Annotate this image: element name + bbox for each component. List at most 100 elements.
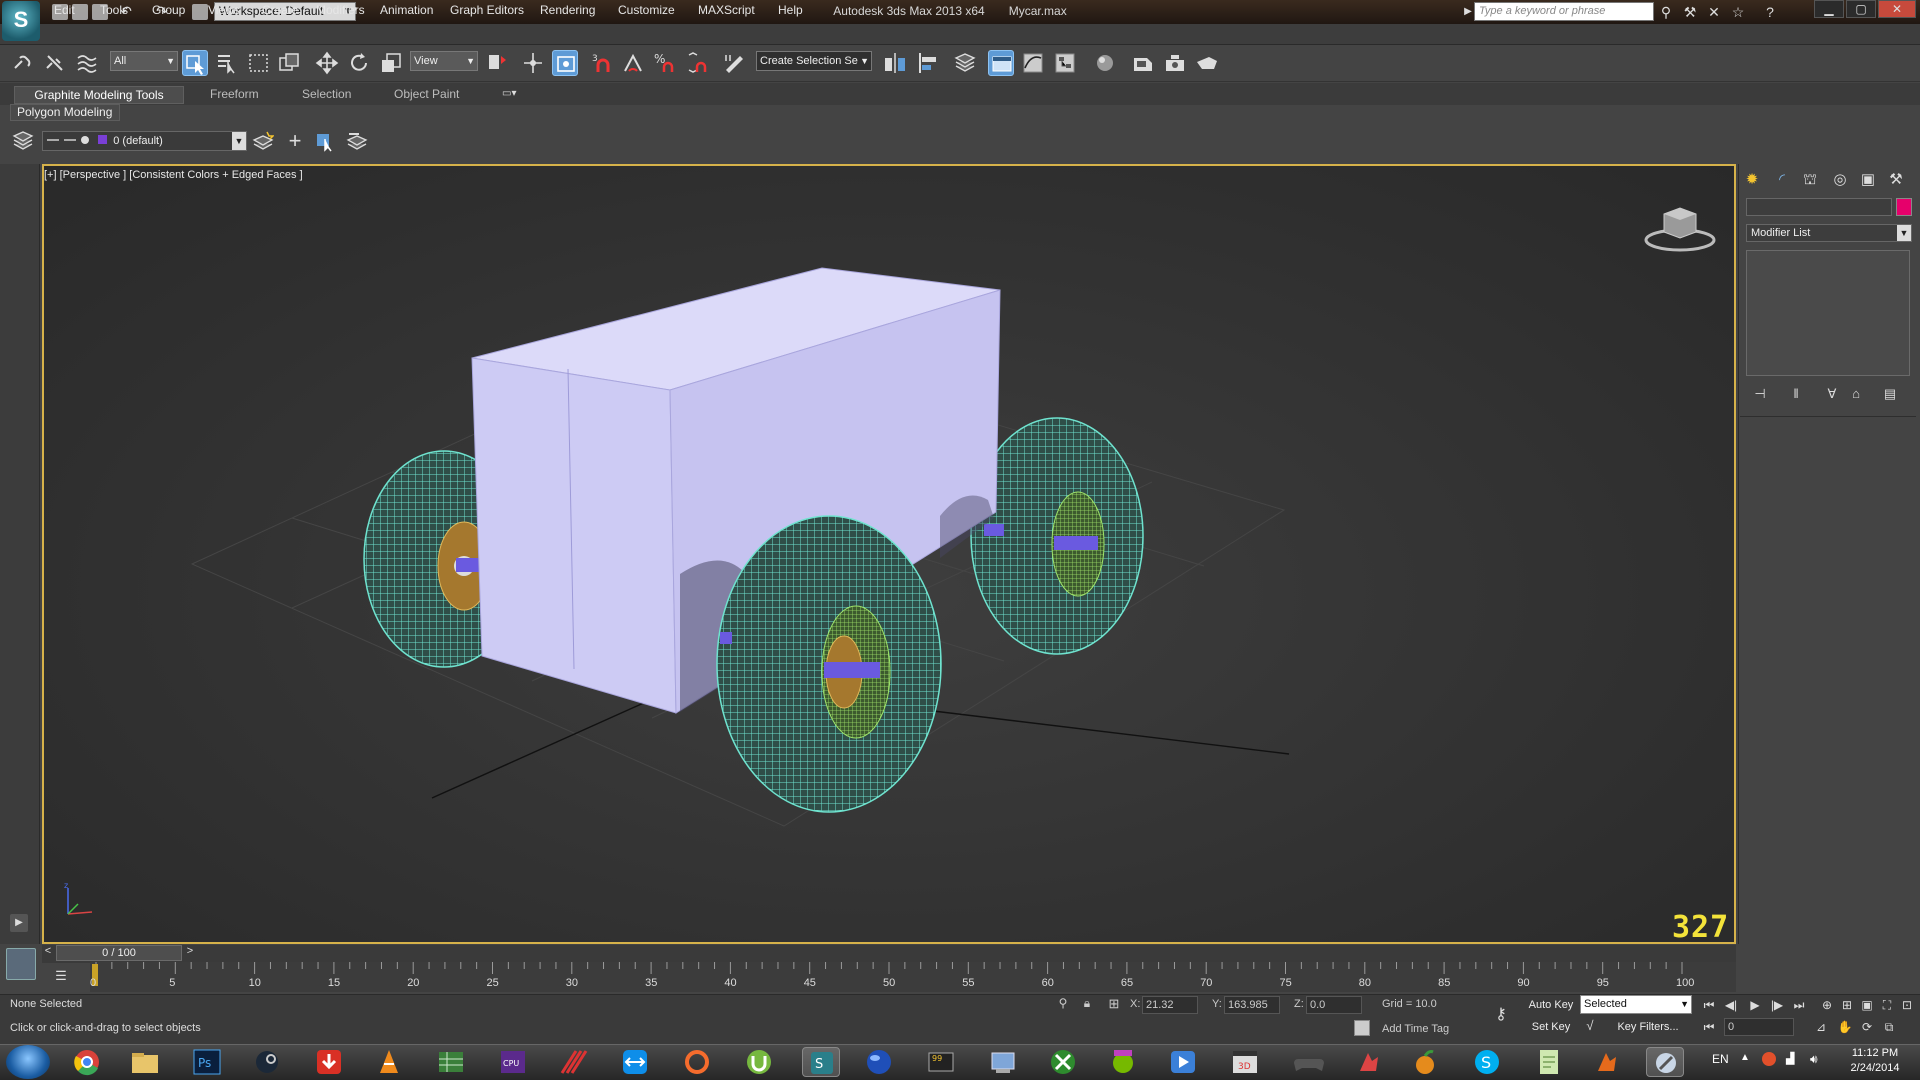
named-selection-sets-dropdown[interactable]: Create Selection Se ▼ bbox=[756, 51, 872, 71]
help-icon[interactable]: ? bbox=[1762, 4, 1778, 20]
network-signal-icon[interactable]: ▟ bbox=[1786, 1052, 1800, 1066]
select-by-name-icon[interactable] bbox=[214, 50, 240, 76]
zoom-extents-all-icon[interactable]: ⛶ bbox=[1878, 996, 1896, 1014]
close-button[interactable]: ✕ bbox=[1878, 0, 1916, 18]
rectangular-selection-icon[interactable] bbox=[246, 50, 272, 76]
viewport-label[interactable]: [+] [Perspective ] [Consistent Colors + … bbox=[44, 169, 303, 181]
y-coordinate-field[interactable]: 163.985 bbox=[1224, 996, 1280, 1014]
utorrent-icon[interactable] bbox=[740, 1047, 778, 1077]
xbox-app-icon[interactable] bbox=[1044, 1047, 1082, 1077]
bind-to-space-warp-icon[interactable] bbox=[74, 50, 100, 76]
curve-editor-icon[interactable] bbox=[1020, 50, 1046, 76]
photoshop-icon[interactable]: Ps bbox=[188, 1047, 226, 1077]
menu-modifiers[interactable]: Modifiers bbox=[316, 3, 365, 17]
clock-date[interactable]: 2/24/2014 bbox=[1840, 1062, 1910, 1074]
render-setup-icon[interactable] bbox=[1130, 50, 1156, 76]
graphite-ribbon-toggle-icon[interactable] bbox=[988, 50, 1014, 76]
layer-manager-icon[interactable] bbox=[12, 130, 34, 152]
explorer-icon[interactable] bbox=[126, 1047, 164, 1077]
current-layer-dropdown[interactable]: 0 (default) ▼ bbox=[42, 131, 247, 151]
download-manager-icon[interactable] bbox=[310, 1047, 348, 1077]
go-to-end-icon[interactable]: ⏭ bbox=[1790, 996, 1808, 1014]
mini-listener-icon[interactable] bbox=[6, 948, 36, 980]
zoom-all-icon[interactable]: ⊞ bbox=[1838, 996, 1856, 1014]
play-icon[interactable]: ▶ bbox=[1746, 996, 1764, 1014]
steam-icon[interactable] bbox=[248, 1047, 286, 1077]
pan-view-icon[interactable]: ✋ bbox=[1836, 1018, 1854, 1036]
pin-stack-icon[interactable]: ⊣ bbox=[1750, 384, 1770, 404]
auto-key-button[interactable]: Auto Key bbox=[1526, 996, 1576, 1014]
binoculars-icon[interactable]: ⚲ bbox=[1658, 4, 1674, 20]
absolute-mode-icon[interactable]: ⊞ bbox=[1106, 996, 1122, 1014]
time-slider-next[interactable]: > bbox=[184, 945, 196, 961]
expand-viewport-layouts-icon[interactable]: ▶ bbox=[10, 914, 28, 932]
tab-graphite-modeling-tools[interactable]: Graphite Modeling Tools bbox=[14, 86, 184, 104]
unlink-selection-icon[interactable] bbox=[42, 50, 68, 76]
key-tangent-icon[interactable]: √ bbox=[1582, 1018, 1598, 1036]
set-key-button[interactable]: Set Key bbox=[1526, 1018, 1576, 1036]
percent-snap-toggle-icon[interactable]: % bbox=[652, 50, 678, 76]
key-filters-button[interactable]: Key Filters... bbox=[1604, 1018, 1692, 1036]
network-app-icon[interactable] bbox=[984, 1047, 1022, 1077]
volume-icon[interactable]: 🔊︎ bbox=[1810, 1052, 1824, 1066]
current-frame-field[interactable]: 0 bbox=[1724, 1018, 1794, 1036]
hierarchy-tab-icon[interactable]: ⛫ bbox=[1800, 170, 1820, 190]
mirror-icon[interactable] bbox=[882, 50, 908, 76]
edit-named-selection-icon[interactable] bbox=[722, 50, 748, 76]
menu-edit[interactable]: Edit bbox=[54, 3, 75, 17]
selection-filter-dropdown[interactable]: All ▼ bbox=[110, 51, 178, 71]
key-mode-dropdown[interactable]: Selected ▼ bbox=[1580, 995, 1692, 1014]
menu-group[interactable]: Group bbox=[152, 3, 185, 17]
angle-snap-toggle-icon[interactable] bbox=[620, 50, 646, 76]
select-object-icon[interactable] bbox=[182, 50, 208, 76]
show-end-result-icon[interactable]: ‖ bbox=[1786, 384, 1806, 404]
clock-time[interactable]: 11:12 PM bbox=[1840, 1047, 1910, 1059]
vlc-icon[interactable] bbox=[370, 1047, 408, 1077]
window-crossing-icon[interactable] bbox=[276, 50, 302, 76]
next-frame-icon[interactable]: |▶ bbox=[1768, 996, 1786, 1014]
set-current-layer-icon[interactable] bbox=[346, 130, 368, 152]
align-icon[interactable] bbox=[914, 50, 940, 76]
go-to-start-icon[interactable]: ⏮ bbox=[1700, 996, 1718, 1014]
menu-tools[interactable]: Tools bbox=[100, 3, 128, 17]
menu-views[interactable]: Views bbox=[208, 3, 240, 17]
utilities-tab-icon[interactable]: ⚒ bbox=[1886, 170, 1906, 190]
maximize-viewport-icon[interactable]: ⊡ bbox=[1898, 996, 1916, 1014]
start-button[interactable] bbox=[6, 1045, 50, 1079]
media-player-icon[interactable] bbox=[1164, 1047, 1202, 1077]
create-new-layer-icon[interactable] bbox=[252, 130, 275, 152]
viewcube-icon[interactable] bbox=[1642, 200, 1716, 254]
zoom-extents-icon[interactable]: ▣ bbox=[1858, 996, 1876, 1014]
maximize-toggle-icon[interactable]: ⧉ bbox=[1880, 1018, 1898, 1036]
gpu-tool-icon[interactable]: 99 bbox=[922, 1047, 960, 1077]
rendered-frame-window-icon[interactable] bbox=[1162, 50, 1188, 76]
chrome-icon[interactable] bbox=[68, 1047, 106, 1077]
document-app-icon[interactable] bbox=[1530, 1047, 1568, 1077]
maximize-button[interactable]: ▢ bbox=[1846, 0, 1876, 18]
project-folder-icon[interactable] bbox=[192, 4, 208, 20]
menu-animation[interactable]: Animation bbox=[380, 3, 433, 17]
language-indicator[interactable]: EN bbox=[1712, 1052, 1729, 1066]
tray-app-icon[interactable] bbox=[1762, 1052, 1776, 1066]
select-and-rotate-icon[interactable] bbox=[346, 50, 372, 76]
movie-maker-icon[interactable]: 3D bbox=[1226, 1047, 1264, 1077]
modifier-stack[interactable] bbox=[1746, 250, 1910, 376]
use-pivot-center-icon[interactable] bbox=[484, 50, 510, 76]
object-color-swatch[interactable] bbox=[1896, 198, 1912, 216]
layer-manager-icon[interactable] bbox=[952, 50, 978, 76]
3ds-max-taskbar-icon[interactable]: S bbox=[802, 1047, 840, 1077]
menu-rendering[interactable]: Rendering bbox=[540, 3, 595, 17]
modifier-list-dropdown[interactable]: Modifier List ▼ bbox=[1746, 224, 1912, 242]
add-time-tag[interactable]: Add Time Tag bbox=[1382, 1023, 1449, 1035]
app-menu-button[interactable]: S bbox=[2, 1, 40, 41]
zoom-icon[interactable]: ⊕ bbox=[1818, 996, 1836, 1014]
spreadsheet-app-icon[interactable] bbox=[432, 1047, 470, 1077]
search-input[interactable]: Type a keyword or phrase bbox=[1474, 2, 1654, 21]
orbit-icon[interactable]: ⟳ bbox=[1858, 1018, 1876, 1036]
minimize-button[interactable]: ▁ bbox=[1814, 0, 1844, 18]
game-app-icon[interactable] bbox=[1350, 1047, 1388, 1077]
time-slider-prev[interactable]: < bbox=[42, 945, 54, 961]
subscription-icon[interactable]: ⚒ bbox=[1682, 4, 1698, 20]
ribbon-options-icon[interactable]: ▭▾ bbox=[502, 88, 524, 100]
modify-tab-icon[interactable]: ◜ bbox=[1772, 170, 1792, 190]
